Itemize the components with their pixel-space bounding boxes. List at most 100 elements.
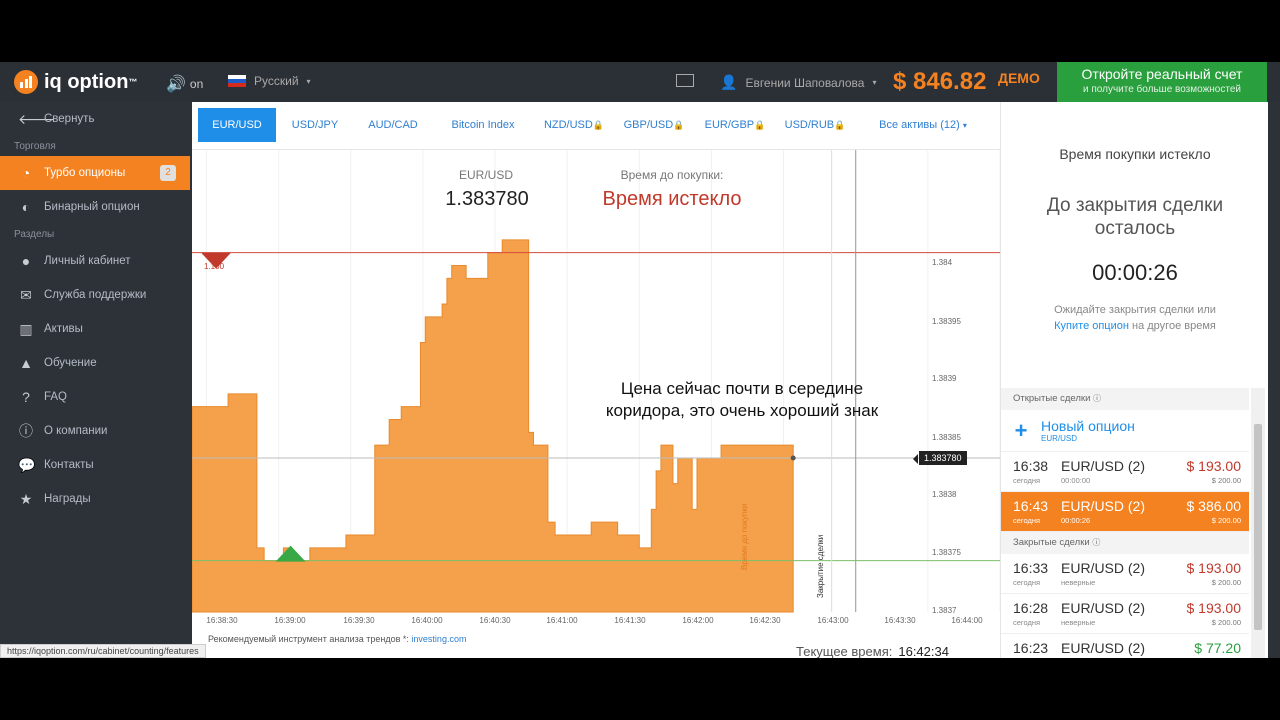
wait-hint: Ожидайте закрытия сделки или Купите опци…: [1001, 302, 1269, 334]
open-deals-label: Открытые сделки: [1013, 393, 1091, 404]
sidebar-item-label: Награды: [44, 493, 91, 505]
user-icon: ●: [21, 253, 31, 269]
tab-bitcoin-index[interactable]: Bitcoin Index: [440, 108, 526, 142]
x-tick-label: 16:42:00: [682, 616, 714, 625]
logo[interactable]: iq option ™: [14, 70, 137, 94]
investing-link[interactable]: investing.com: [411, 634, 466, 644]
cta-title: Откройте реальный счет: [1081, 66, 1243, 82]
deal-panel: Время покупки истекло До закрытия сделки…: [1000, 102, 1268, 658]
sidebar-item-assets[interactable]: ▥ Активы: [0, 312, 190, 346]
turbo-count-badge: 2: [160, 165, 176, 181]
sound-toggle[interactable]: 🔊 on: [166, 74, 203, 94]
sidebar-item-support[interactable]: ✉ Служба поддержки: [0, 278, 190, 312]
scrollbar-thumb[interactable]: [1254, 424, 1262, 630]
chevron-down-icon: ▾: [872, 78, 877, 87]
chart-price: 1.383780: [445, 188, 529, 210]
red-level-label: 1.100: [204, 262, 225, 271]
y-tick-label: 1.3838: [932, 490, 957, 499]
language-select[interactable]: Русский ▾: [228, 74, 311, 88]
deal-status: неверные: [1061, 618, 1096, 627]
purchase-expired-title: Время покупки истекло: [1059, 146, 1211, 162]
tab-label: Bitcoin Index: [451, 119, 515, 131]
tab-audcad[interactable]: AUD/CAD: [360, 108, 426, 142]
sidebar-item-faq[interactable]: ? FAQ: [0, 380, 190, 414]
lock-icon: 🔒: [673, 120, 685, 130]
current-time-label: Текущее время:: [796, 644, 893, 658]
expiry-label: Время до покупки:: [620, 168, 724, 182]
current-point: [790, 455, 796, 461]
x-tick-label: 16:42:30: [749, 616, 781, 625]
sidebar-item-cabinet[interactable]: ● Личный кабинет: [0, 244, 190, 278]
x-tick-label: 16:44:00: [951, 616, 983, 625]
new-option-label: Новый опцион: [1041, 418, 1135, 434]
info-icon: ⓘ: [1093, 394, 1102, 403]
sidebar-item-learning[interactable]: ▲ Обучение: [0, 346, 190, 380]
deal-amount: $ 193.00: [1186, 600, 1242, 616]
deal-amount: $ 386.00: [1186, 498, 1242, 514]
open-deal-row[interactable]: 16:43 сегодня EUR/USD (2) 00:00:26 $ 386.00 $…: [1001, 492, 1249, 532]
sidebar: 🡐 Свернуть Торговля ◔ Турбо опционы 2 ◐ …: [0, 102, 190, 658]
closed-deal-row[interactable]: 16:23сегодняEUR/USD (2)$ 77.20: [1001, 634, 1249, 658]
annotation-line2: коридора, это очень хороший знак: [605, 401, 879, 420]
closed-deals-header: Закрытые сделки ⓘ: [1001, 532, 1249, 554]
status-url: https://iqoption.com/ru/cabinet/counting…: [0, 644, 206, 658]
wait-tail: на другое время: [1132, 320, 1216, 332]
logo-icon: [14, 70, 38, 94]
chart-area[interactable]: EUR/USD 1.383780 Время до покупки: Время…: [192, 150, 1000, 658]
tab-eurusd[interactable]: EUR/USD: [198, 108, 276, 142]
info-icon: ⓘ: [1092, 538, 1101, 547]
sidebar-item-turbo[interactable]: ◔ Турбо опционы 2: [0, 156, 190, 190]
tab-label: USD/RUB: [784, 119, 835, 131]
sidebar-item-label: Служба поддержки: [44, 289, 147, 301]
recommendation-line: Рекомендуемый инструмент анализа трендов…: [208, 634, 466, 644]
tab-usdjpy[interactable]: USD/JPY: [282, 108, 348, 142]
deal-time: 16:33: [1013, 560, 1049, 576]
sidebar-item-label: Турбо опционы: [44, 167, 126, 179]
tab-all-assets[interactable]: Все активы (12) ▾: [868, 108, 978, 142]
envelope-icon: ✉: [20, 286, 32, 303]
tab-gbpusd[interactable]: GBP/USD🔒: [618, 108, 690, 142]
deal-pair: EUR/USD (2): [1061, 458, 1146, 474]
question-icon: ?: [22, 389, 30, 405]
y-tick-label: 1.38375: [932, 548, 961, 557]
deal-stake: $ 200.00: [1211, 516, 1241, 525]
tab-nzdusd[interactable]: NZD/USD🔒: [538, 108, 610, 142]
mail-icon[interactable]: [676, 74, 694, 87]
deal-pair: EUR/USD (2): [1061, 498, 1146, 514]
closed-deal-row[interactable]: 16:33 сегодня EUR/USD (2) неверные $ 193.00 $…: [1001, 554, 1249, 594]
info-icon: ⓘ: [19, 423, 33, 439]
x-tick-label: 16:39:30: [343, 616, 375, 625]
lock-icon: 🔒: [834, 120, 846, 130]
clock-icon: ◔: [21, 165, 31, 181]
logo-trademark: ™: [128, 77, 138, 87]
sidebar-collapse[interactable]: 🡐 Свернуть: [0, 102, 190, 136]
lock-icon: 🔒: [592, 120, 605, 130]
user-menu[interactable]: 👤 Евгении Шаповалова ▾: [720, 74, 876, 91]
new-option-button[interactable]: + Новый опцион EUR/USD: [1001, 410, 1249, 452]
closed-deal-row[interactable]: 16:28 сегодня EUR/USD (2) неверные $ 193.00 $…: [1001, 594, 1249, 634]
tab-label: NZD/USD: [543, 119, 593, 131]
sidebar-section-pages: Разделы: [14, 228, 55, 240]
chevron-down-icon: ▾: [962, 121, 967, 130]
sidebar-item-binary[interactable]: ◐ Бинарный опцион: [0, 190, 190, 224]
tab-eurgbp[interactable]: EUR/GBP🔒: [698, 108, 772, 142]
user-icon: 👤: [720, 74, 738, 90]
tab-label: GBP/USD: [623, 119, 674, 131]
open-deal-row[interactable]: 16:38 сегодня EUR/USD (2) 00:00:00 $ 193.00 $…: [1001, 452, 1249, 492]
balance: $ 846.82: [893, 68, 987, 95]
deal-pair: EUR/USD (2): [1061, 560, 1146, 576]
sidebar-item-awards[interactable]: ★ Награды: [0, 482, 190, 516]
sidebar-item-contacts[interactable]: 💬 Контакты: [0, 448, 190, 482]
tab-usdrub[interactable]: USD/RUB🔒: [778, 108, 852, 142]
open-real-account-button[interactable]: Откройте реальный счет и получите больше…: [1057, 62, 1267, 102]
asset-tabs: EUR/USD USD/JPY AUD/CAD Bitcoin Index NZ…: [192, 102, 1000, 150]
y-tick-label: 1.3839: [932, 374, 957, 383]
deals-scrollbar[interactable]: [1251, 388, 1265, 658]
flag-icon: [228, 75, 246, 87]
deal-stake: $ 200.00: [1211, 618, 1241, 627]
sidebar-section-trade: Торговля: [14, 140, 56, 152]
buy-option-link[interactable]: Купите опцион: [1054, 320, 1129, 332]
sidebar-item-about[interactable]: ⓘ О компании: [0, 414, 190, 448]
sidebar-item-label: Личный кабинет: [44, 255, 131, 267]
deals-list: Открытые сделки ⓘ + Новый опцион EUR/USD…: [1001, 388, 1249, 658]
